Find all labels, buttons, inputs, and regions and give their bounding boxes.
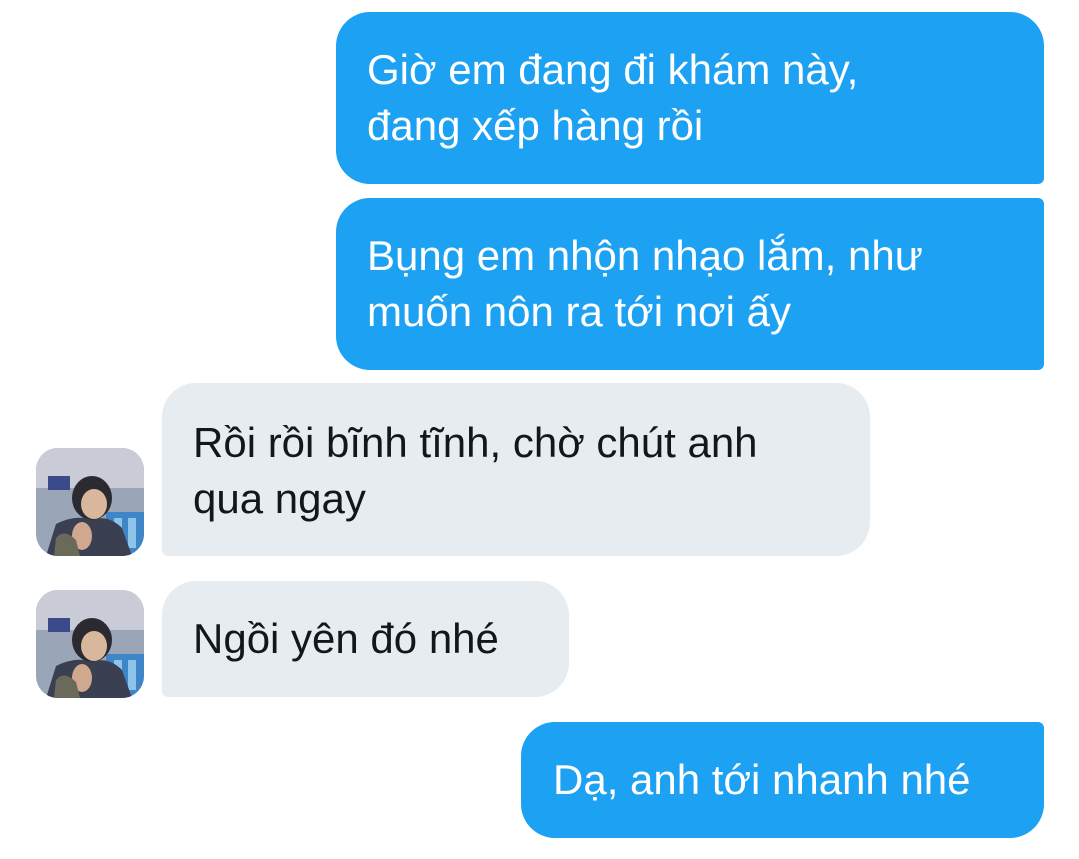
avatar-photo-icon <box>36 448 144 556</box>
outgoing-message-bubble[interactable]: Bụng em nhộn nhạo lắm, như muốn nôn ra t… <box>336 198 1044 370</box>
sender-avatar[interactable] <box>36 448 144 556</box>
outgoing-message-bubble[interactable]: Dạ, anh tới nhanh nhé <box>521 722 1044 838</box>
incoming-message-bubble[interactable]: Ngồi yên đó nhé <box>162 581 569 697</box>
incoming-message-bubble[interactable]: Rồi rồi bĩnh tĩnh, chờ chút anh qua ngay <box>162 383 870 556</box>
outgoing-message-bubble[interactable]: Giờ em đang đi khám này, đang xếp hàng r… <box>336 12 1044 184</box>
avatar-photo-icon <box>36 590 144 698</box>
sender-avatar[interactable] <box>36 590 144 698</box>
